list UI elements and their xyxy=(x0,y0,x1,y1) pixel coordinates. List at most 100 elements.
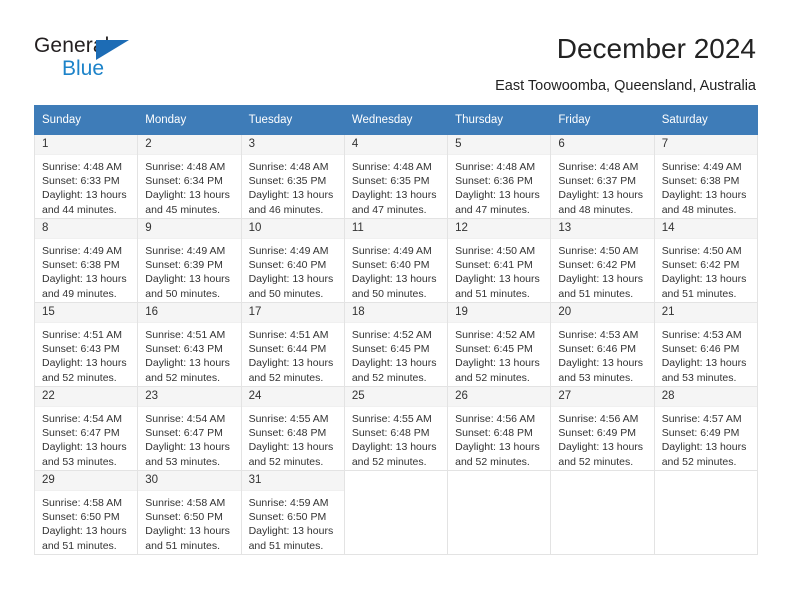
sunrise-text: Sunrise: 4:49 AM xyxy=(661,161,742,173)
sunrise-text: Sunrise: 4:56 AM xyxy=(558,413,639,425)
daylight-text-line2: and 51 minutes. xyxy=(455,287,530,300)
daylight-text-line1: Daylight: 13 hours xyxy=(42,357,127,370)
calendar-day-cell[interactable]: 11 Sunrise: 4:49 AM Sunset: 6:40 PM Dayligh… xyxy=(343,218,449,303)
general-blue-logo[interactable]: General Blue xyxy=(34,34,164,84)
day-number: 4 xyxy=(344,135,448,155)
daylight-text-line1: Daylight: 13 hours xyxy=(42,525,127,538)
calendar-day-cell[interactable]: 25 Sunrise: 4:55 AM Sunset: 6:48 PM Dayligh… xyxy=(343,386,449,471)
calendar-day-cell[interactable]: 22 Sunrise: 4:54 AM Sunset: 6:47 PM Dayligh… xyxy=(33,386,139,471)
calendar-day-cell[interactable]: 17 Sunrise: 4:51 AM Sunset: 6:44 PM Dayligh… xyxy=(240,302,345,387)
day-number: 12 xyxy=(448,219,551,239)
sunset-text: Sunset: 6:35 PM xyxy=(351,175,430,188)
weekday-header-friday: Friday xyxy=(550,105,655,135)
calendar-day-cell[interactable]: 13 Sunrise: 4:50 AM Sunset: 6:42 PM Dayligh… xyxy=(550,218,655,303)
sunset-text: Sunset: 6:50 PM xyxy=(248,511,327,524)
calendar-day-cell[interactable]: 1 Sunrise: 4:48 AM Sunset: 6:33 PM Daylight… xyxy=(33,134,139,219)
calendar-day-cell[interactable]: 4 Sunrise: 4:48 AM Sunset: 6:35 PM Daylight… xyxy=(343,134,449,219)
calendar-day-cell[interactable]: 7 Sunrise: 4:49 AM Sunset: 6:38 PM Daylight… xyxy=(653,134,759,219)
day-number: 1 xyxy=(35,135,138,155)
daylight-text-line2: and 47 minutes. xyxy=(351,203,427,216)
daylight-text-line1: Daylight: 13 hours xyxy=(558,357,644,370)
sunrise-text: Sunrise: 4:49 AM xyxy=(42,245,122,257)
calendar-day-cell[interactable]: 21 Sunrise: 4:53 AM Sunset: 6:46 PM Dayligh… xyxy=(653,302,759,387)
sunset-text: Sunset: 6:46 PM xyxy=(661,343,740,356)
sunrise-text: Sunrise: 4:48 AM xyxy=(145,161,226,173)
daylight-text-line1: Daylight: 13 hours xyxy=(661,441,747,454)
day-details: Sunrise: 4:49 AM Sunset: 6:38 PM Daylight:… xyxy=(655,155,757,217)
daylight-text-line1: Daylight: 13 hours xyxy=(145,525,230,538)
sunset-text: Sunset: 6:41 PM xyxy=(455,259,533,272)
sunset-text: Sunset: 6:45 PM xyxy=(455,343,533,356)
calendar-day-cell[interactable]: 20 Sunrise: 4:53 AM Sunset: 6:46 PM Dayligh… xyxy=(550,302,655,387)
day-number: 21 xyxy=(654,303,757,323)
calendar-day-cell[interactable]: 30 Sunrise: 4:58 AM Sunset: 6:50 PM Dayligh… xyxy=(137,470,242,555)
daylight-text-line1: Daylight: 13 hours xyxy=(145,441,230,454)
daylight-text-line1: Daylight: 13 hours xyxy=(145,273,230,286)
day-number: 20 xyxy=(551,303,654,323)
daylight-text-line2: and 50 minutes. xyxy=(248,287,324,300)
day-number: 30 xyxy=(138,471,241,491)
daylight-text-line2: and 53 minutes. xyxy=(145,455,220,468)
calendar-week-row: 29 Sunrise: 4:58 AM Sunset: 6:50 PM Dayligh… xyxy=(33,470,759,555)
calendar-day-cell[interactable]: 12 Sunrise: 4:50 AM Sunset: 6:41 PM Dayligh… xyxy=(447,218,552,303)
sunrise-text: Sunrise: 4:52 AM xyxy=(455,329,536,341)
day-details: Sunrise: 4:53 AM Sunset: 6:46 PM Daylight:… xyxy=(551,323,653,385)
daylight-text-line2: and 52 minutes. xyxy=(455,455,530,468)
sunset-text: Sunset: 6:35 PM xyxy=(248,175,327,188)
calendar-day-cell[interactable]: 16 Sunrise: 4:51 AM Sunset: 6:43 PM Dayligh… xyxy=(137,302,242,387)
daylight-text-line1: Daylight: 13 hours xyxy=(248,441,334,454)
day-details: Sunrise: 4:54 AM Sunset: 6:47 PM Daylight:… xyxy=(35,407,137,469)
calendar-day-cell[interactable]: 24 Sunrise: 4:55 AM Sunset: 6:48 PM Dayligh… xyxy=(240,386,345,471)
calendar-day-cell[interactable]: 31 Sunrise: 4:59 AM Sunset: 6:50 PM Dayligh… xyxy=(240,470,345,555)
day-details: Sunrise: 4:49 AM Sunset: 6:40 PM Daylight:… xyxy=(345,239,447,301)
calendar-day-cell-empty xyxy=(343,470,449,555)
sunrise-text: Sunrise: 4:53 AM xyxy=(661,329,742,341)
daylight-text-line1: Daylight: 13 hours xyxy=(351,357,437,370)
sunset-text: Sunset: 6:38 PM xyxy=(661,175,740,188)
sunset-text: Sunset: 6:43 PM xyxy=(42,343,120,356)
day-number: 27 xyxy=(551,387,654,407)
calendar-day-cell[interactable]: 6 Sunrise: 4:48 AM Sunset: 6:37 PM Daylight… xyxy=(550,134,655,219)
calendar-day-cell[interactable]: 23 Sunrise: 4:54 AM Sunset: 6:47 PM Dayligh… xyxy=(137,386,242,471)
calendar-day-cell[interactable]: 15 Sunrise: 4:51 AM Sunset: 6:43 PM Dayligh… xyxy=(33,302,139,387)
calendar-day-cell[interactable]: 5 Sunrise: 4:48 AM Sunset: 6:36 PM Daylight… xyxy=(447,134,552,219)
day-details: Sunrise: 4:58 AM Sunset: 6:50 PM Daylight:… xyxy=(35,491,137,553)
sunrise-text: Sunrise: 4:58 AM xyxy=(145,497,226,509)
day-number: 11 xyxy=(344,219,448,239)
day-number: 23 xyxy=(138,387,241,407)
sunrise-text: Sunrise: 4:55 AM xyxy=(248,413,329,425)
day-number: 3 xyxy=(241,135,344,155)
calendar-day-cell[interactable]: 14 Sunrise: 4:50 AM Sunset: 6:42 PM Dayligh… xyxy=(653,218,759,303)
day-number: 17 xyxy=(241,303,344,323)
day-number: 10 xyxy=(241,219,344,239)
sunrise-text: Sunrise: 4:52 AM xyxy=(351,329,432,341)
sunset-text: Sunset: 6:42 PM xyxy=(661,259,740,272)
daylight-text-line2: and 52 minutes. xyxy=(455,371,530,384)
calendar-day-cell[interactable]: 18 Sunrise: 4:52 AM Sunset: 6:45 PM Dayligh… xyxy=(343,302,449,387)
sunset-text: Sunset: 6:47 PM xyxy=(42,427,120,440)
daylight-text-line2: and 51 minutes. xyxy=(661,287,737,300)
day-number: 31 xyxy=(241,471,344,491)
page-header: General Blue December 2024 East Toowoomb… xyxy=(0,0,792,100)
day-details: Sunrise: 4:48 AM Sunset: 6:37 PM Daylight:… xyxy=(551,155,653,217)
calendar-day-cell[interactable]: 3 Sunrise: 4:48 AM Sunset: 6:35 PM Daylight… xyxy=(240,134,345,219)
calendar-page: General Blue December 2024 East Toowoomb… xyxy=(0,0,792,612)
sunrise-text: Sunrise: 4:57 AM xyxy=(661,413,742,425)
day-details: Sunrise: 4:48 AM Sunset: 6:36 PM Daylight:… xyxy=(448,155,550,217)
calendar-day-cell[interactable]: 29 Sunrise: 4:58 AM Sunset: 6:50 PM Dayligh… xyxy=(33,470,139,555)
sunset-text: Sunset: 6:50 PM xyxy=(145,511,223,524)
calendar-day-cell-empty xyxy=(447,470,552,555)
calendar-day-cell[interactable]: 28 Sunrise: 4:57 AM Sunset: 6:49 PM Dayligh… xyxy=(653,386,759,471)
sunset-text: Sunset: 6:49 PM xyxy=(558,427,637,440)
calendar-day-cell[interactable]: 19 Sunrise: 4:52 AM Sunset: 6:45 PM Dayligh… xyxy=(447,302,552,387)
calendar-day-cell[interactable]: 10 Sunrise: 4:49 AM Sunset: 6:40 PM Dayligh… xyxy=(240,218,345,303)
calendar-week-row: 1 Sunrise: 4:48 AM Sunset: 6:33 PM Daylight… xyxy=(33,134,759,219)
calendar-day-cell[interactable]: 26 Sunrise: 4:56 AM Sunset: 6:48 PM Dayligh… xyxy=(447,386,552,471)
daylight-text-line2: and 50 minutes. xyxy=(351,287,427,300)
calendar-day-cell[interactable]: 27 Sunrise: 4:56 AM Sunset: 6:49 PM Dayligh… xyxy=(550,386,655,471)
day-details: Sunrise: 4:56 AM Sunset: 6:49 PM Daylight:… xyxy=(551,407,653,469)
day-details: Sunrise: 4:50 AM Sunset: 6:42 PM Daylight:… xyxy=(551,239,653,301)
calendar-day-cell[interactable]: 2 Sunrise: 4:48 AM Sunset: 6:34 PM Daylight… xyxy=(137,134,242,219)
calendar-day-cell[interactable]: 9 Sunrise: 4:49 AM Sunset: 6:39 PM Daylight… xyxy=(137,218,242,303)
calendar-day-cell[interactable]: 8 Sunrise: 4:49 AM Sunset: 6:38 PM Daylight… xyxy=(33,218,139,303)
